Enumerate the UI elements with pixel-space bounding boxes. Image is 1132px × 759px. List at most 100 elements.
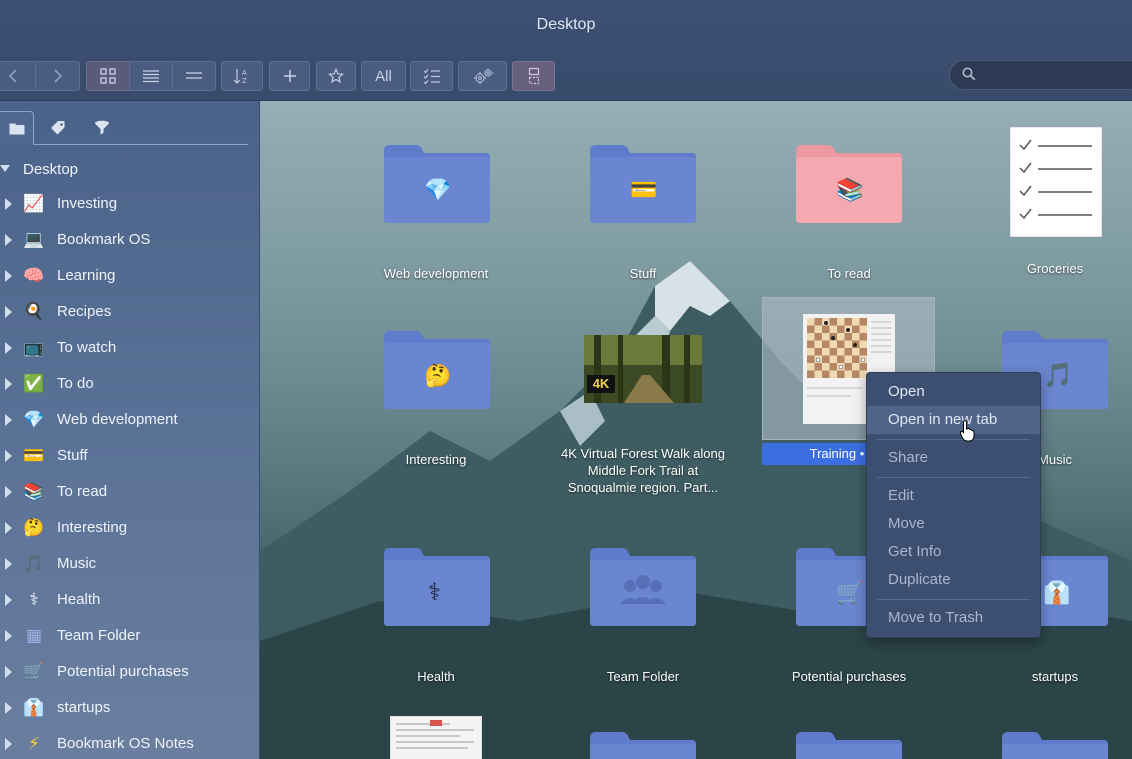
sidebar-item-bookmark-os-notes[interactable]: ⚡ Bookmark OS Notes: [0, 733, 259, 757]
shopping-cart-icon: 🛒: [836, 580, 864, 605]
menu-item-move[interactable]: Move: [867, 510, 1040, 538]
sidebar-item-music[interactable]: 🎵 Music: [0, 553, 259, 577]
music-note-icon: 🎵: [23, 554, 45, 573]
expand-arrow-icon[interactable]: [5, 414, 12, 426]
add-button[interactable]: [269, 61, 310, 91]
expand-arrow-icon[interactable]: [5, 198, 12, 210]
list-view-button[interactable]: [129, 61, 173, 91]
checklist-thumbnail: [1010, 127, 1102, 237]
menu-separator: [877, 599, 1030, 600]
expand-arrow-icon[interactable]: [5, 450, 12, 462]
context-menu: Open Open in new tab Share Edit Move Get…: [866, 372, 1041, 638]
compact-view-button[interactable]: [172, 61, 216, 91]
svg-text:Z: Z: [242, 77, 247, 85]
folder-tile[interactable]: 💎 Web development: [336, 139, 536, 289]
tile-label: Interesting: [405, 452, 467, 467]
expand-arrow-icon[interactable]: [5, 738, 12, 750]
thinking-face-icon: 🤔: [424, 363, 452, 388]
forward-button[interactable]: [35, 61, 80, 91]
sidebar-item-interesting[interactable]: 🤔 Interesting: [0, 517, 259, 541]
sidebar-item-web-development[interactable]: 💎 Web development: [0, 409, 259, 433]
menu-item-duplicate[interactable]: Duplicate: [867, 566, 1040, 594]
folder-tile[interactable]: 🤔 Interesting: [336, 325, 536, 475]
favorites-button[interactable]: [316, 61, 356, 91]
search-input[interactable]: [984, 65, 1132, 87]
tab-folders[interactable]: [0, 111, 34, 145]
folder-icon: [590, 548, 696, 626]
sidebar-item-label: Learning: [57, 267, 116, 284]
checklist-icon: [423, 69, 440, 84]
folder-tile[interactable]: 💳 Stuff: [543, 139, 743, 289]
menu-item-open[interactable]: Open: [867, 378, 1040, 406]
menu-item-get-info[interactable]: Get Info: [867, 538, 1040, 566]
sidebar-item-learning[interactable]: 🧠 Learning: [0, 265, 259, 289]
tile-label: Health: [417, 669, 455, 684]
expand-arrow-icon[interactable]: [5, 378, 12, 390]
tab-tags[interactable]: [41, 111, 75, 145]
folder-icon[interactable]: [1000, 726, 1110, 759]
expand-arrow-icon[interactable]: [5, 234, 12, 246]
music-note-icon: 🎵: [1043, 362, 1073, 389]
bookmark-tile[interactable]: Groceries: [955, 127, 1132, 277]
menu-item-share[interactable]: Share: [867, 444, 1040, 472]
sidebar-item-to-watch[interactable]: 📺 To watch: [0, 337, 259, 361]
expand-arrow-icon[interactable]: [5, 666, 12, 678]
tile-label: startups: [1031, 669, 1079, 684]
sidebar-toggle-button[interactable]: [512, 61, 555, 91]
expand-arrow-icon[interactable]: [5, 342, 12, 354]
checklist-button[interactable]: [410, 61, 453, 91]
expand-down-icon[interactable]: [0, 165, 10, 172]
sidebar-item-startups[interactable]: 👔 startups: [0, 697, 259, 721]
expand-arrow-icon[interactable]: [5, 558, 12, 570]
expand-arrow-icon[interactable]: [5, 522, 12, 534]
expand-arrow-icon[interactable]: [5, 630, 12, 642]
folder-icon[interactable]: [588, 726, 698, 759]
gem-icon: 💎: [23, 410, 45, 429]
sidebar-item-bookmark-os[interactable]: 💻 Bookmark OS: [0, 229, 259, 253]
sidebar-item-potential-purchases[interactable]: 🛒 Potential purchases: [0, 661, 259, 685]
expand-arrow-icon[interactable]: [5, 306, 12, 318]
sidebar-item-to-read[interactable]: 📚 To read: [0, 481, 259, 505]
menu-separator: [877, 477, 1030, 478]
sidebar-item-investing[interactable]: 📈 Investing: [0, 193, 259, 217]
back-button[interactable]: [0, 61, 36, 91]
shopping-cart-icon: 🛒: [23, 662, 45, 681]
expand-arrow-icon[interactable]: [5, 270, 12, 282]
sidebar-item-to-do[interactable]: ✅ To do: [0, 373, 259, 397]
all-filter-button[interactable]: All: [361, 61, 406, 91]
gem-icon: 💎: [424, 177, 452, 202]
menu-item-edit[interactable]: Edit: [867, 482, 1040, 510]
tab-filters[interactable]: [85, 111, 119, 145]
expand-arrow-icon[interactable]: [5, 486, 12, 498]
menu-separator: [877, 439, 1030, 440]
folder-icon[interactable]: [794, 726, 904, 759]
settings-button[interactable]: [458, 61, 507, 91]
sidebar-item-label: Web development: [57, 411, 178, 428]
folder-tile[interactable]: 📚 To read: [749, 139, 949, 289]
folder-tile[interactable]: ⚕ Health: [336, 542, 536, 692]
brain-icon: 🧠: [23, 266, 45, 285]
all-filter-label: All: [375, 67, 392, 85]
search-field[interactable]: [949, 60, 1132, 90]
sidebar-item-stuff[interactable]: 💳 Stuff: [0, 445, 259, 469]
sort-button[interactable]: AZ: [221, 61, 263, 91]
expand-arrow-icon[interactable]: [5, 702, 12, 714]
sidebar-item-label: Investing: [57, 195, 118, 212]
menu-item-move-to-trash[interactable]: Move to Trash: [867, 604, 1040, 632]
expand-arrow-icon[interactable]: [5, 594, 12, 606]
sidebar-item-health[interactable]: ⚕ Health: [0, 589, 259, 613]
sidebar-item-label: Bookmark OS Notes: [57, 735, 194, 752]
grid-view-button[interactable]: [86, 61, 130, 91]
folder-tile[interactable]: Team Folder: [543, 542, 743, 692]
sidebar-item-label: Bookmark OS: [57, 231, 151, 248]
menu-item-open-new-tab[interactable]: Open in new tab: [867, 406, 1040, 434]
tile-label: Groceries: [1026, 261, 1084, 276]
tile-label: Team Folder: [606, 669, 680, 684]
sidebar-item-label: To watch: [57, 339, 117, 356]
sidebar-item-team-folder[interactable]: ▦ Team Folder: [0, 625, 259, 649]
frying-pan-icon: 🍳: [23, 302, 45, 321]
caduceus-icon: ⚕: [29, 590, 39, 609]
video-bookmark-tile[interactable]: 4K 4K Virtual Forest Walk along Middle F…: [543, 335, 743, 505]
sidebar-item-recipes[interactable]: 🍳 Recipes: [0, 301, 259, 325]
sidebar-item-label: Interesting: [57, 519, 128, 536]
